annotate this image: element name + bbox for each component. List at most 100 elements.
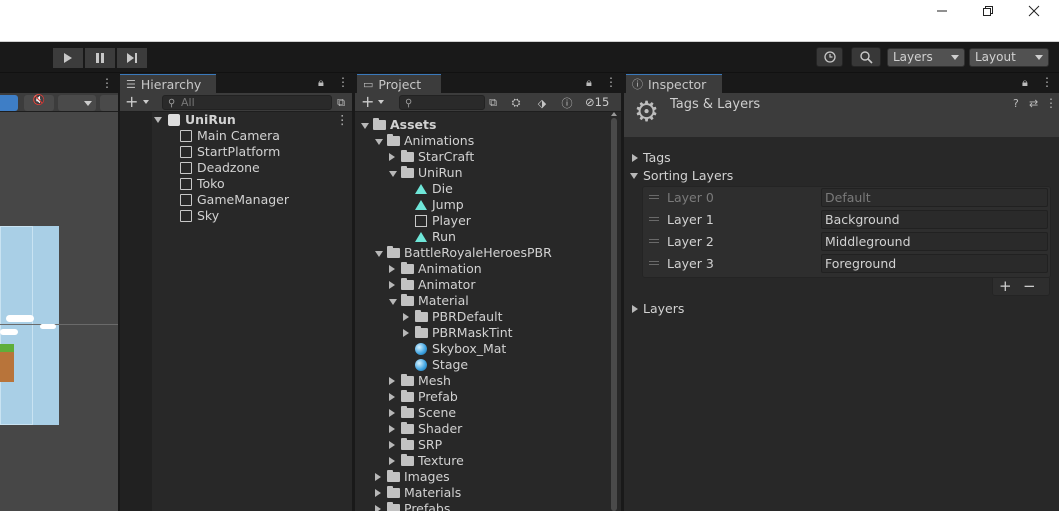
lighting-toggle[interactable] [0,95,18,111]
create-button[interactable]: + [361,93,374,111]
hierarchy-item[interactable]: Deadzone [180,160,260,176]
chevron-down-icon[interactable] [143,100,149,104]
project-scrollbar[interactable] [611,118,617,511]
project-asset-row[interactable]: Stage [403,357,468,373]
project-folder-row[interactable]: Animator [389,277,475,293]
lock-icon[interactable]: 🔒︎ [586,76,592,90]
sorting-layer-name-field[interactable]: Foreground [821,254,1048,273]
collapse-arrow-icon[interactable] [375,251,383,257]
drag-handle-icon[interactable] [649,261,659,265]
add-layer-button[interactable]: + [999,277,1012,295]
layout-dropdown[interactable]: Layout [969,48,1049,67]
collapse-arrow-icon[interactable] [389,171,397,177]
more-menu-icon[interactable]: ⋮ [337,75,349,89]
more-menu-icon[interactable]: ⋮ [605,75,617,89]
hierarchy-item[interactable]: GameManager [180,192,289,208]
more-menu-icon[interactable]: ⋮ [336,112,349,128]
audio-mute-button[interactable]: 🔇 [24,95,54,111]
lock-icon[interactable]: 🔒︎ [318,76,324,90]
project-folder-row[interactable]: Animations [375,133,474,149]
tags-foldout[interactable]: Tags [632,150,671,166]
project-folder-row[interactable]: Images [375,469,450,485]
expand-arrow-icon[interactable] [403,329,409,337]
chevron-down-icon[interactable] [378,100,384,104]
log-filter-icon[interactable]: ⓘ [560,96,574,110]
tab-project[interactable]: ▭ Project [357,74,441,94]
hidden-packages-toggle[interactable]: ⊘15 [585,95,609,110]
project-folder-row[interactable]: Texture [389,453,464,469]
project-folder-row[interactable]: Mesh [389,373,451,389]
expand-arrow-icon[interactable] [389,409,395,417]
sorting-layer-row[interactable]: Layer 3 Foreground [643,253,1048,275]
hierarchy-item[interactable]: Sky [180,208,219,224]
project-asset-row[interactable]: Skybox_Mat [403,341,506,357]
scroll-up-icon[interactable] [611,112,617,116]
search-by-type-icon[interactable]: ⧉ [486,96,500,110]
remove-layer-button[interactable]: − [1023,277,1036,295]
project-folder-row[interactable]: Animation [389,261,482,277]
filter-by-label-icon[interactable]: ⬗ [535,96,549,110]
expand-arrow-icon[interactable] [389,265,395,273]
project-folder-row[interactable]: Materials [375,485,461,501]
project-folder-row[interactable]: UniRun [389,165,463,181]
expand-arrow-icon[interactable] [375,489,381,497]
tab-inspector[interactable]: ⓘ Inspector [626,74,722,94]
collapse-arrow-icon[interactable] [375,139,383,145]
project-asset-row[interactable]: Jump [403,197,464,213]
hierarchy-search-input[interactable]: ⚲ All [162,95,332,110]
project-folder-row[interactable]: Scene [389,405,456,421]
lock-icon[interactable]: 🔒︎ [1022,76,1028,90]
close-icon[interactable] [1011,0,1057,22]
expand-arrow-icon[interactable] [375,505,381,511]
collapse-arrow-icon[interactable] [361,123,369,129]
layers-dropdown[interactable]: Layers [887,48,965,67]
pause-button[interactable] [85,48,115,68]
project-folder-row[interactable]: Prefabs [375,501,450,511]
expand-arrow-icon[interactable] [403,313,409,321]
step-button[interactable] [117,48,147,68]
project-folder-row[interactable]: Shader [389,421,462,437]
expand-arrow-icon[interactable] [389,377,395,385]
project-folder-row[interactable]: Assets [361,117,436,133]
collapse-arrow-icon[interactable] [389,299,397,305]
minimize-icon[interactable] [919,0,965,22]
project-asset-row[interactable]: Run [403,229,456,245]
project-folder-row[interactable]: SRP [389,437,442,453]
play-button[interactable] [53,48,83,68]
expand-arrow-icon[interactable] [389,457,395,465]
project-folder-row[interactable]: PBRMaskTint [403,325,513,341]
project-folder-row[interactable]: Material [389,293,469,309]
help-icon[interactable]: ? [1013,97,1019,110]
history-button[interactable] [816,47,843,67]
expand-arrow-icon[interactable] [389,425,395,433]
drag-handle-icon[interactable] [649,195,659,199]
sorting-layer-row[interactable]: Layer 0 Default [643,187,1048,209]
search-by-type-icon[interactable]: ⧉ [334,96,348,110]
expand-arrow-icon[interactable] [389,281,395,289]
project-asset-row[interactable]: Player [403,213,471,229]
project-folder-row[interactable]: Prefab [389,389,458,405]
scene-row[interactable]: UniRun ⋮ [154,112,352,128]
sorting-layer-row[interactable]: Layer 1 Background [643,209,1048,231]
tab-hierarchy[interactable]: ☰ Hierarchy [120,74,216,94]
search-button[interactable] [851,47,881,67]
hierarchy-item[interactable]: Toko [180,176,225,192]
sorting-layer-name-field[interactable]: Middleground [821,232,1048,251]
expand-arrow-icon[interactable] [389,393,395,401]
restore-icon[interactable] [965,0,1011,22]
project-asset-row[interactable]: Die [403,181,453,197]
expand-arrow-icon[interactable] [154,117,162,123]
project-search-input[interactable]: ⚲ [399,95,485,110]
hidden-objects-toggle[interactable] [100,95,118,111]
presets-icon[interactable]: ⇄ [1029,97,1038,110]
more-menu-icon[interactable]: ⋮ [1045,96,1057,110]
layers-foldout[interactable]: Layers [632,301,684,317]
scene-viewport[interactable] [0,112,118,511]
expand-arrow-icon[interactable] [389,153,395,161]
sorting-layer-row[interactable]: Layer 2 Middleground [643,231,1048,253]
hierarchy-item[interactable]: Main Camera [180,128,280,144]
effects-dropdown[interactable] [58,95,96,111]
expand-arrow-icon[interactable] [375,473,381,481]
project-folder-row[interactable]: StarCraft [389,149,474,165]
more-menu-icon[interactable]: ⋮ [101,76,113,90]
